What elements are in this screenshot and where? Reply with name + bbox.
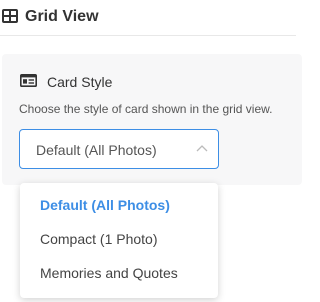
option-compact-1-photo[interactable]: Compact (1 Photo) — [20, 222, 218, 256]
option-label: Memories and Quotes — [40, 265, 178, 281]
option-memories-and-quotes[interactable]: Memories and Quotes — [20, 256, 218, 290]
option-label: Compact (1 Photo) — [40, 231, 158, 247]
card-style-select-value: Default (All Photos) — [36, 142, 157, 158]
card-style-dropdown-menu: Default (All Photos) Compact (1 Photo) M… — [20, 183, 218, 298]
option-label: Default (All Photos) — [40, 197, 170, 213]
section-header: Grid View — [0, 0, 296, 36]
id-card-icon — [20, 74, 37, 87]
chevron-up-icon — [196, 145, 208, 152]
grid-icon — [2, 9, 18, 23]
page-title: Grid View — [25, 8, 99, 25]
card-style-panel: Card Style Choose the style of card show… — [2, 54, 302, 185]
card-style-select[interactable]: Default (All Photos) — [19, 129, 219, 169]
option-default-all-photos[interactable]: Default (All Photos) — [20, 188, 218, 222]
card-style-description: Choose the style of card shown in the gr… — [19, 102, 273, 116]
card-style-title: Card Style — [47, 74, 113, 90]
